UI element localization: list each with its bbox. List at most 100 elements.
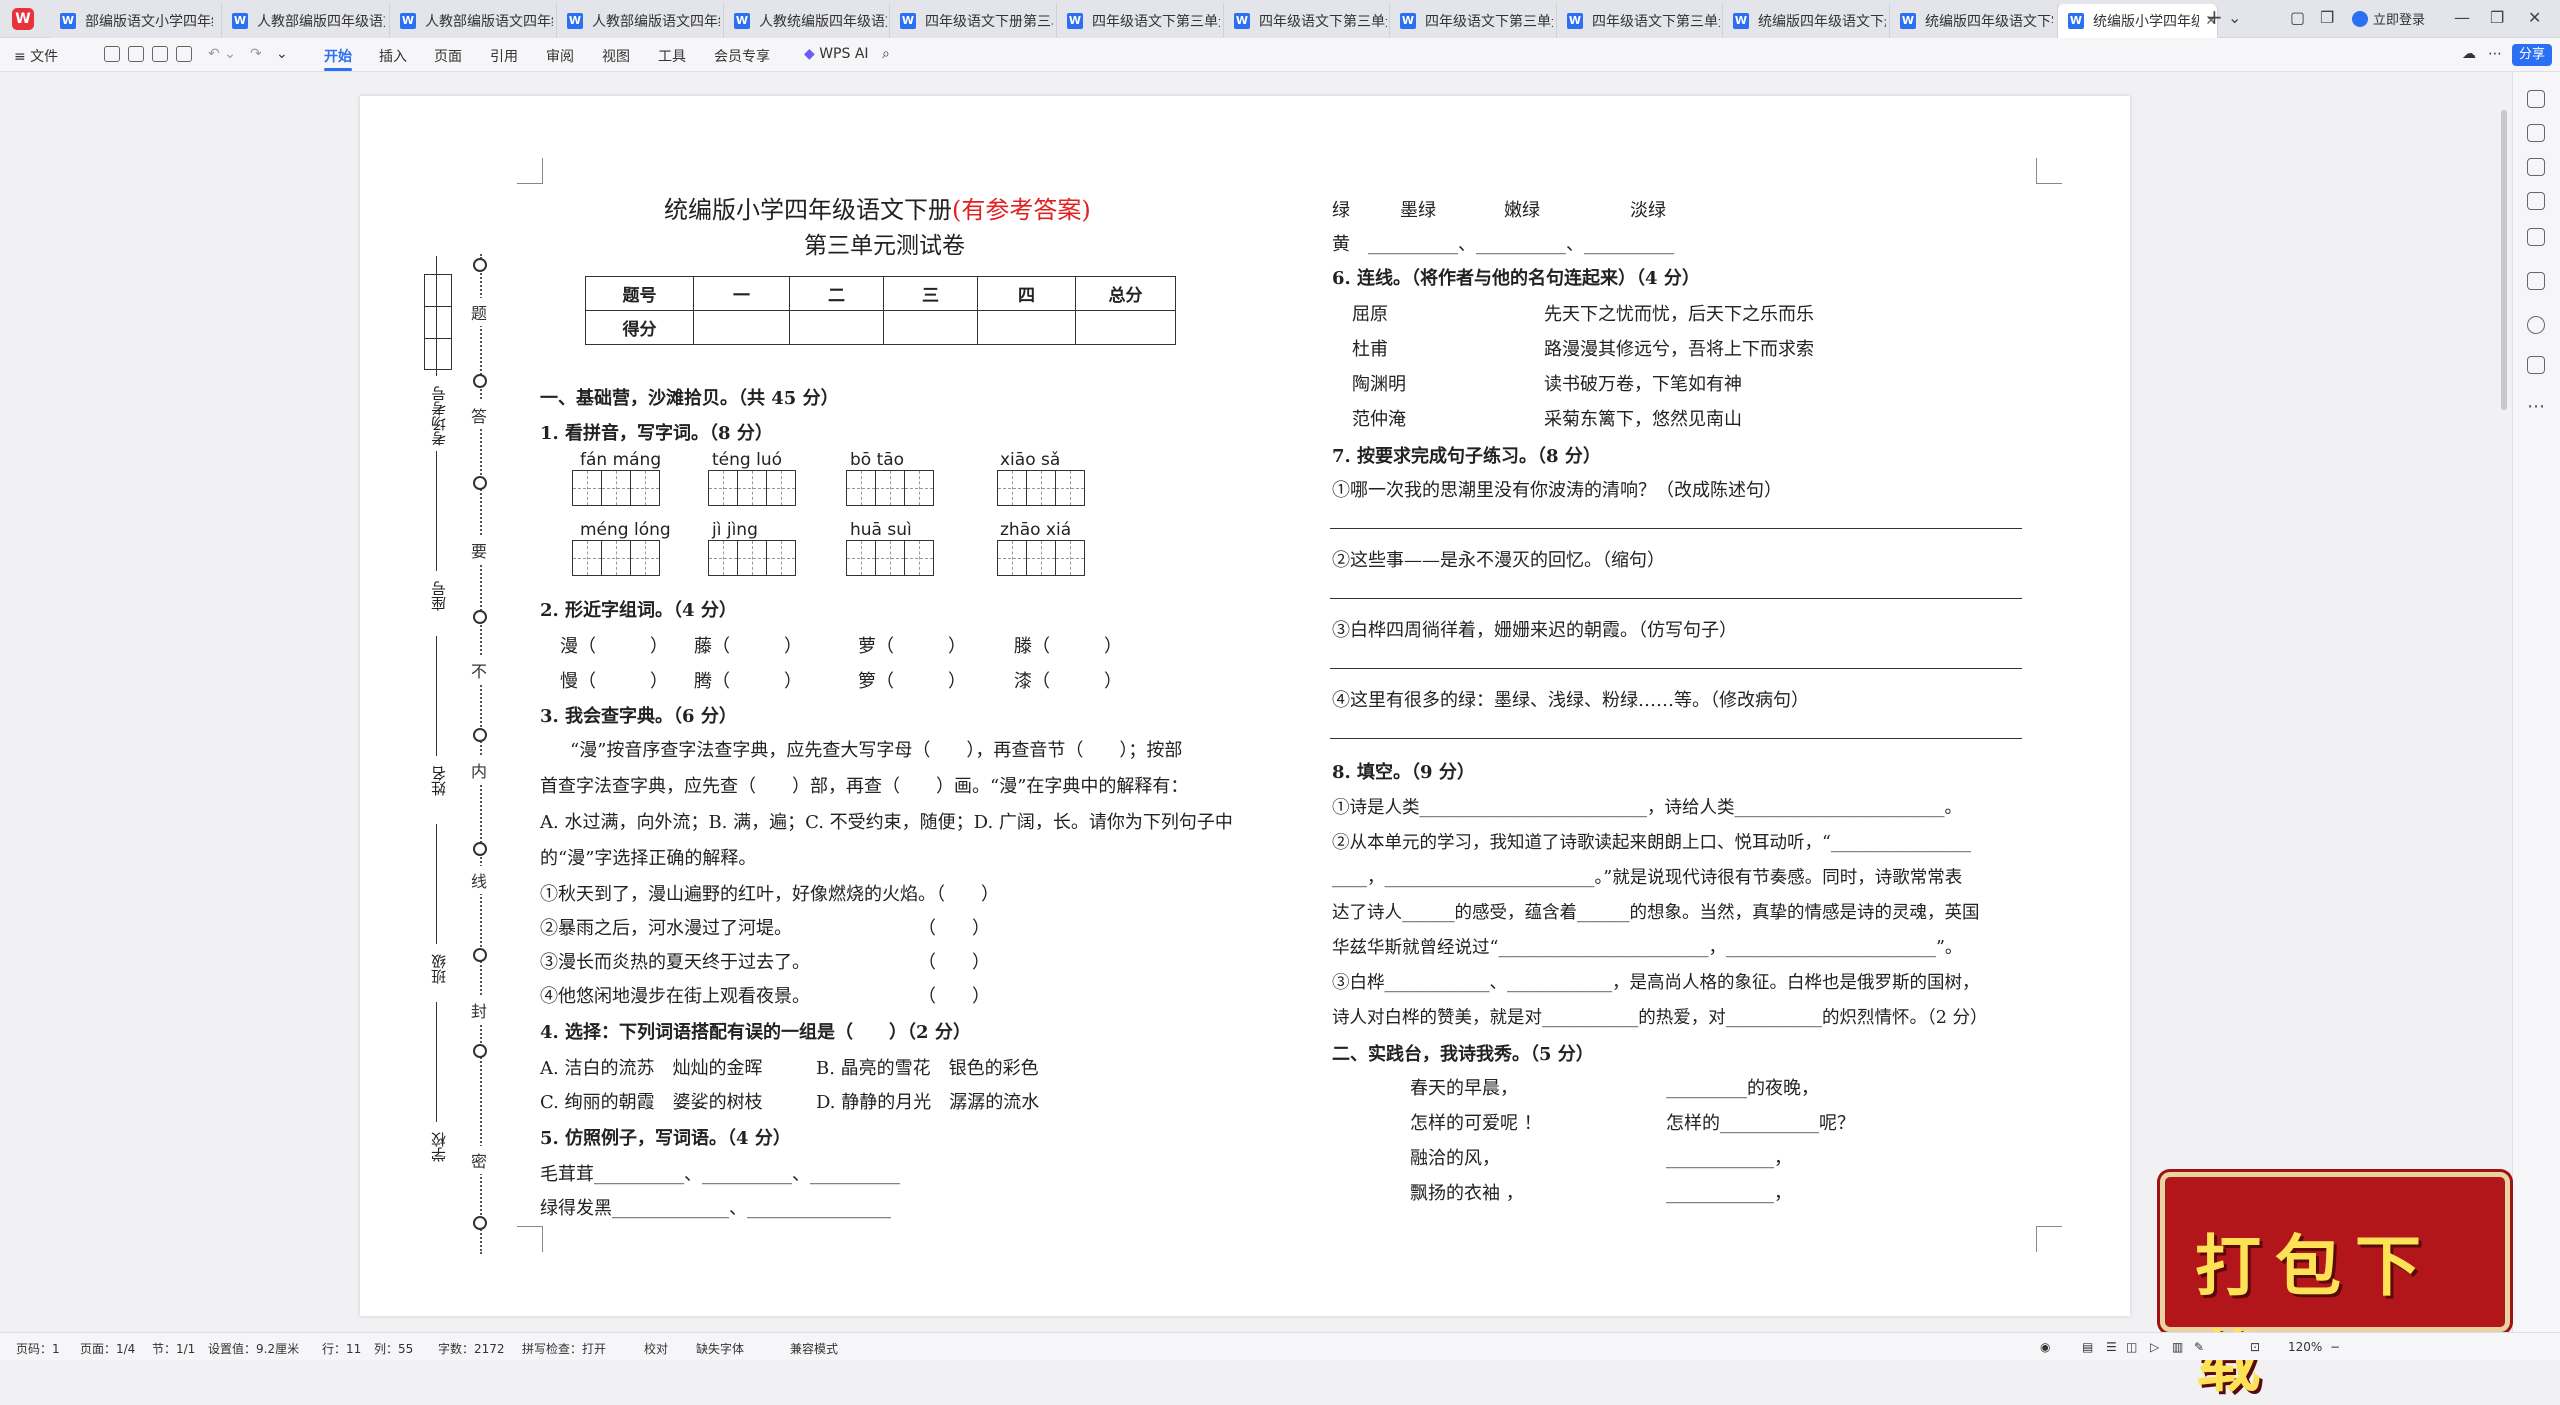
format-brush-icon[interactable] (2527, 90, 2545, 108)
wps-ai-button[interactable]: ◆ WPS AI (804, 46, 869, 62)
maximize-button[interactable]: ❐ (2490, 8, 2504, 27)
q6-author[interactable]: 杜甫 (1352, 335, 1388, 361)
document-tab[interactable]: W 四年级语文下册第三单 (890, 4, 1057, 38)
q6-author[interactable]: 屈原 (1352, 300, 1388, 326)
wps-logo-icon[interactable]: W (12, 8, 34, 30)
tools-icon[interactable] (2527, 272, 2545, 290)
document-tab[interactable]: W 人教部编版四年级语文 (222, 4, 390, 38)
window-layout-icon[interactable]: ▢ (2290, 8, 2305, 27)
status-item[interactable]: 拼写检查：打开 (522, 1340, 606, 1357)
tianzige-grid[interactable] (708, 540, 796, 576)
answer-line[interactable] (1330, 528, 2022, 529)
status-item[interactable]: 缺失字体 (696, 1340, 744, 1357)
binding-blank[interactable] (436, 824, 437, 944)
score-cell[interactable] (977, 310, 1076, 345)
score-cell[interactable] (789, 310, 884, 345)
share-button[interactable]: 分享 (2512, 44, 2552, 66)
binding-blank[interactable] (436, 256, 437, 376)
document-page[interactable]: 题答要不内线封密 考场考号 座号 姓名 班级 学校 统编版小学四年级语文下册(有参考答案… (360, 96, 2130, 1316)
q6-quote[interactable]: 先天下之忧而忧，后天下之乐而乐 (1544, 300, 1814, 326)
edit-pen-icon[interactable] (2527, 124, 2545, 142)
binding-blank[interactable] (436, 451, 437, 571)
new-tab-button[interactable]: + (2206, 5, 2223, 29)
poem-blank[interactable]: ____________， (1666, 1179, 1792, 1205)
tab-page[interactable]: 页面 (434, 46, 462, 66)
poem-blank[interactable]: _________的夜晚， (1666, 1074, 1819, 1100)
tianzige-grid[interactable] (997, 540, 1085, 576)
properties-icon[interactable] (2527, 192, 2545, 210)
more-icon[interactable]: ⋯ (2527, 396, 2545, 417)
binding-blank[interactable] (436, 636, 437, 756)
document-tab[interactable]: W 统编版四年级语文下学 (1890, 4, 2058, 38)
print-preview-icon[interactable] (176, 46, 192, 62)
q6-author[interactable]: 陶渊明 (1352, 370, 1406, 396)
login-button[interactable]: 立即登录 (2352, 9, 2425, 28)
vertical-scrollbar[interactable] (2500, 80, 2508, 1310)
collaboration-icon[interactable] (2527, 356, 2545, 374)
search-icon[interactable]: ⌕ (882, 46, 890, 62)
binding-blank[interactable] (436, 1002, 437, 1122)
tab-view[interactable]: 视图 (602, 46, 630, 66)
document-tab[interactable]: W 四年级语文下第三单元 (1057, 4, 1224, 38)
score-cell[interactable] (883, 310, 978, 345)
tab-insert[interactable]: 插入 (379, 46, 407, 66)
write-icon[interactable]: ✎ (2194, 1340, 2204, 1354)
score-cell[interactable] (693, 310, 790, 345)
file-menu[interactable]: ≡ 文件 (14, 46, 58, 66)
help-icon[interactable] (2527, 316, 2545, 334)
q6-quote[interactable]: 采菊东篱下，悠然见南山 (1544, 405, 1742, 431)
document-tab[interactable]: W 部编版语文小学四年级 (50, 4, 222, 38)
zoom-out-button[interactable]: − (2330, 1340, 2340, 1354)
tab-reference[interactable]: 引用 (490, 46, 518, 66)
cloud-sync-icon[interactable]: ☁ (2462, 46, 2476, 62)
document-tab[interactable]: W 人教部编版语文四年级 (390, 4, 557, 38)
answer-line[interactable] (1330, 738, 2022, 739)
score-cell[interactable] (1075, 310, 1176, 345)
select-cursor-icon[interactable] (2527, 158, 2545, 176)
download-banner[interactable]: 打包下载 (2160, 1172, 2510, 1401)
zoom-level[interactable]: 120% (2288, 1340, 2322, 1354)
redo-icon[interactable]: ↷ (250, 46, 262, 62)
scrollbar-thumb[interactable] (2501, 110, 2507, 410)
document-tab[interactable]: W 人教部编版语文四年级 (557, 4, 724, 38)
copy-window-icon[interactable]: ❐ (2320, 8, 2334, 27)
q6-quote[interactable]: 路漫漫其修远兮，吾将上下而求索 (1544, 335, 1814, 361)
tianzige-grid[interactable] (846, 540, 934, 576)
print-icon[interactable] (152, 46, 168, 62)
save-icon[interactable] (104, 46, 120, 62)
tab-tools[interactable]: 工具 (658, 46, 686, 66)
export-icon[interactable] (128, 46, 144, 62)
answer-line[interactable] (1330, 598, 2022, 599)
web-view-icon[interactable]: ◫ (2126, 1340, 2137, 1354)
outline-view-icon[interactable]: ☰ (2106, 1340, 2117, 1354)
tianzige-grid[interactable] (708, 470, 796, 506)
status-item[interactable]: 兼容模式 (790, 1340, 838, 1357)
more-chevron-icon[interactable]: ⌄ (276, 46, 288, 62)
eye-protection-icon[interactable]: ◉ (2040, 1340, 2050, 1354)
tab-member[interactable]: 会员专享 (714, 46, 770, 66)
status-item[interactable]: 校对 (644, 1340, 668, 1357)
document-tab[interactable]: W 四年级语文下第三单元 (1390, 4, 1557, 38)
read-mode-icon[interactable]: ▥ (2172, 1340, 2183, 1354)
tab-review[interactable]: 审阅 (546, 46, 574, 66)
undo-icon[interactable]: ↶ ⌄ (208, 46, 236, 62)
document-tab[interactable]: W 人教统编版四年级语文 (724, 4, 890, 38)
document-tab[interactable]: W 统编版四年级语文下册 (1723, 4, 1890, 38)
close-window-button[interactable]: ✕ (2528, 8, 2541, 27)
tianzige-grid[interactable] (572, 470, 660, 506)
answer-line[interactable] (1330, 668, 2022, 669)
tianzige-grid[interactable] (572, 540, 660, 576)
page-view-icon[interactable]: ▤ (2082, 1340, 2093, 1354)
history-icon[interactable]: ⋯ (2488, 46, 2502, 62)
tab-list-chevron-icon[interactable]: ⌄ (2228, 8, 2241, 27)
q6-quote[interactable]: 读书破万卷，下笔如有神 (1544, 370, 1742, 396)
minimize-button[interactable]: — (2454, 8, 2470, 27)
q6-author[interactable]: 范仲淹 (1352, 405, 1406, 431)
document-tab[interactable]: W 四年级语文下第三单元 (1224, 4, 1390, 38)
poem-blank[interactable]: ____________， (1666, 1144, 1792, 1170)
fit-page-icon[interactable]: ⊡ (2250, 1340, 2260, 1354)
poem-blank[interactable]: 怎样的___________呢？ (1666, 1109, 1855, 1135)
tianzige-grid[interactable] (997, 470, 1085, 506)
style-icon[interactable] (2527, 228, 2545, 246)
tianzige-grid[interactable] (846, 470, 934, 506)
